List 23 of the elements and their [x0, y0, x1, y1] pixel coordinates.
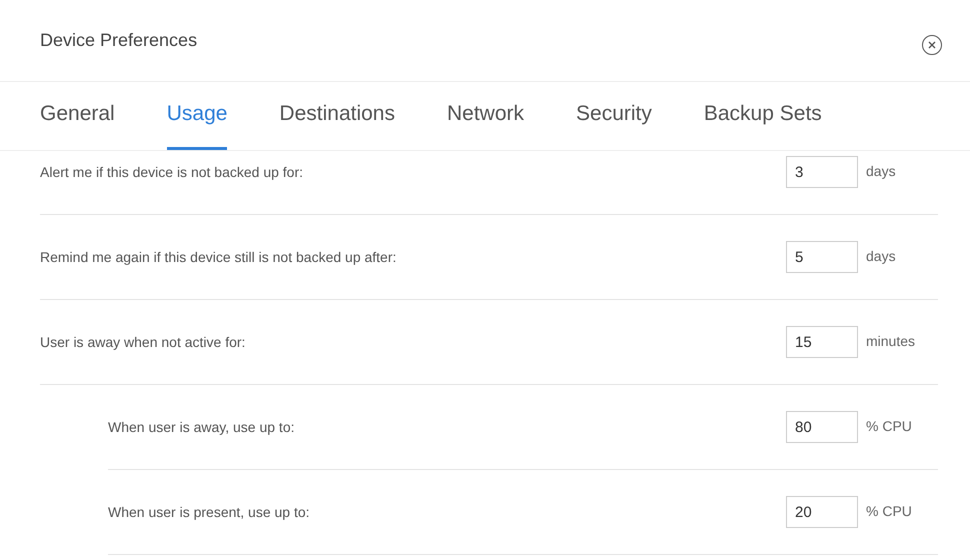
number-field[interactable]: 15 — [786, 326, 858, 358]
setting-label: When user is away, use up to: — [108, 418, 296, 437]
number-field[interactable]: 3 — [786, 156, 858, 188]
close-icon[interactable] — [922, 34, 942, 54]
tab[interactable]: Usage — [166, 98, 228, 150]
tab[interactable]: Backup Sets — [704, 98, 822, 150]
setting-label: Remind me again if this device still is not backed up after: — [40, 248, 398, 267]
number-field[interactable]: 5 — [786, 241, 858, 273]
number-field[interactable]: 80 — [786, 411, 858, 443]
tab[interactable]: General — [40, 98, 115, 150]
tab[interactable]: Network — [446, 98, 524, 150]
unit-label: days — [866, 163, 896, 179]
setting-label: User is away when not active for: — [40, 332, 246, 352]
setting-label: When user is present, use up to: — [108, 502, 311, 522]
unit-label: % CPU — [866, 503, 912, 519]
number-field[interactable]: 20 — [786, 496, 858, 528]
window-title: Device Preferences — [40, 29, 198, 52]
tab[interactable]: Security — [576, 98, 652, 150]
tab[interactable]: Destinations — [279, 98, 395, 150]
unit-label: days — [866, 248, 896, 264]
unit-label: % CPU — [866, 418, 912, 434]
setting-label: Alert me if this device is not backed up for: — [40, 162, 304, 182]
unit-label: minutes — [866, 333, 916, 349]
